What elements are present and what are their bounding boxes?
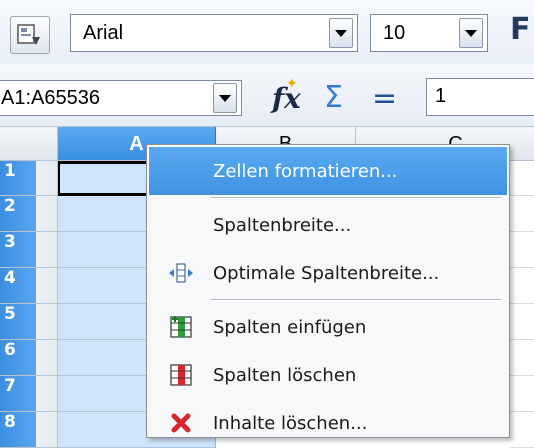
menu-item-label: Zellen formatieren... bbox=[213, 160, 398, 182]
styles-formatting-button[interactable] bbox=[10, 16, 50, 54]
cell[interactable] bbox=[510, 268, 534, 304]
cell[interactable] bbox=[510, 196, 534, 232]
row-header-6[interactable]: 6 bbox=[0, 340, 58, 376]
cell[interactable] bbox=[510, 340, 534, 376]
row-header-3[interactable]: 3 bbox=[0, 232, 58, 268]
sum-button[interactable]: Σ bbox=[324, 80, 343, 115]
cell[interactable] bbox=[510, 376, 534, 412]
insert-columns-icon bbox=[149, 303, 213, 351]
font-size-combo[interactable]: 10 bbox=[370, 14, 488, 52]
row-number: 2 bbox=[0, 196, 36, 231]
chevron-down-icon[interactable] bbox=[329, 18, 353, 48]
menu-item-format-cells[interactable]: Zellen formatieren... bbox=[149, 147, 507, 195]
name-box[interactable]: A1:A65536 bbox=[0, 80, 242, 116]
formatting-toolbar: Arial 10 F bbox=[0, 0, 534, 65]
row-header-5[interactable]: 5 bbox=[0, 304, 58, 340]
row-number: 8 bbox=[0, 412, 36, 447]
font-name-value: Arial bbox=[83, 21, 124, 44]
menu-separator bbox=[211, 299, 501, 301]
menu-item-column-width[interactable]: Spaltenbreite... bbox=[149, 201, 507, 249]
name-box-value: A1:A65536 bbox=[1, 86, 100, 109]
row-number: 6 bbox=[0, 340, 36, 375]
styles-formatting-icon bbox=[17, 24, 40, 45]
font-name-combo[interactable]: Arial bbox=[70, 14, 358, 52]
optimal-width-icon bbox=[149, 249, 213, 297]
row-header-2[interactable]: 2 bbox=[0, 196, 58, 232]
delete-contents-icon bbox=[149, 399, 213, 447]
delete-columns-icon bbox=[149, 351, 213, 399]
context-menu: Zellen formatieren... Spaltenbreite... O… bbox=[146, 144, 510, 438]
row-header-7[interactable]: 7 bbox=[0, 376, 58, 412]
row-header-4[interactable]: 4 bbox=[0, 268, 58, 304]
chevron-down-icon[interactable] bbox=[459, 18, 483, 48]
menu-item-insert-columns[interactable]: Spalten einfügen bbox=[149, 303, 507, 351]
select-all-corner[interactable] bbox=[0, 127, 58, 161]
menu-item-optimal-column-width[interactable]: Optimale Spaltenbreite... bbox=[149, 249, 507, 297]
row-number: 7 bbox=[0, 376, 36, 411]
menu-item-label: Spaltenbreite... bbox=[213, 214, 352, 236]
row-number: 4 bbox=[0, 268, 36, 303]
menu-item-label: Inhalte löschen... bbox=[213, 412, 368, 434]
menu-item-label: Spalten löschen bbox=[213, 364, 357, 386]
menu-item-delete-columns[interactable]: Spalten löschen bbox=[149, 351, 507, 399]
bold-button[interactable]: F bbox=[510, 12, 531, 47]
formula-bar: A1:A65536 ✦ fx Σ = 1 bbox=[0, 64, 534, 127]
row-number: 1 bbox=[0, 161, 36, 195]
row-header-8[interactable]: 8 bbox=[0, 412, 58, 448]
menu-item-label: Optimale Spaltenbreite... bbox=[213, 262, 440, 284]
row-number: 5 bbox=[0, 304, 36, 339]
cell[interactable] bbox=[510, 412, 534, 448]
function-wizard-button[interactable]: fx bbox=[272, 82, 301, 115]
formula-input[interactable]: 1 bbox=[426, 78, 534, 116]
menu-item-delete-contents[interactable]: Inhalte löschen... bbox=[149, 399, 507, 447]
font-size-value: 10 bbox=[383, 21, 406, 44]
row-header-1[interactable]: 1 bbox=[0, 161, 58, 196]
cell[interactable] bbox=[510, 232, 534, 268]
cell[interactable] bbox=[510, 304, 534, 340]
chevron-down-icon[interactable] bbox=[213, 83, 237, 113]
row-number: 3 bbox=[0, 232, 36, 267]
cell[interactable] bbox=[510, 161, 534, 196]
function-button[interactable]: = bbox=[372, 81, 397, 116]
menu-separator bbox=[211, 197, 501, 199]
menu-item-label: Spalten einfügen bbox=[213, 316, 367, 338]
